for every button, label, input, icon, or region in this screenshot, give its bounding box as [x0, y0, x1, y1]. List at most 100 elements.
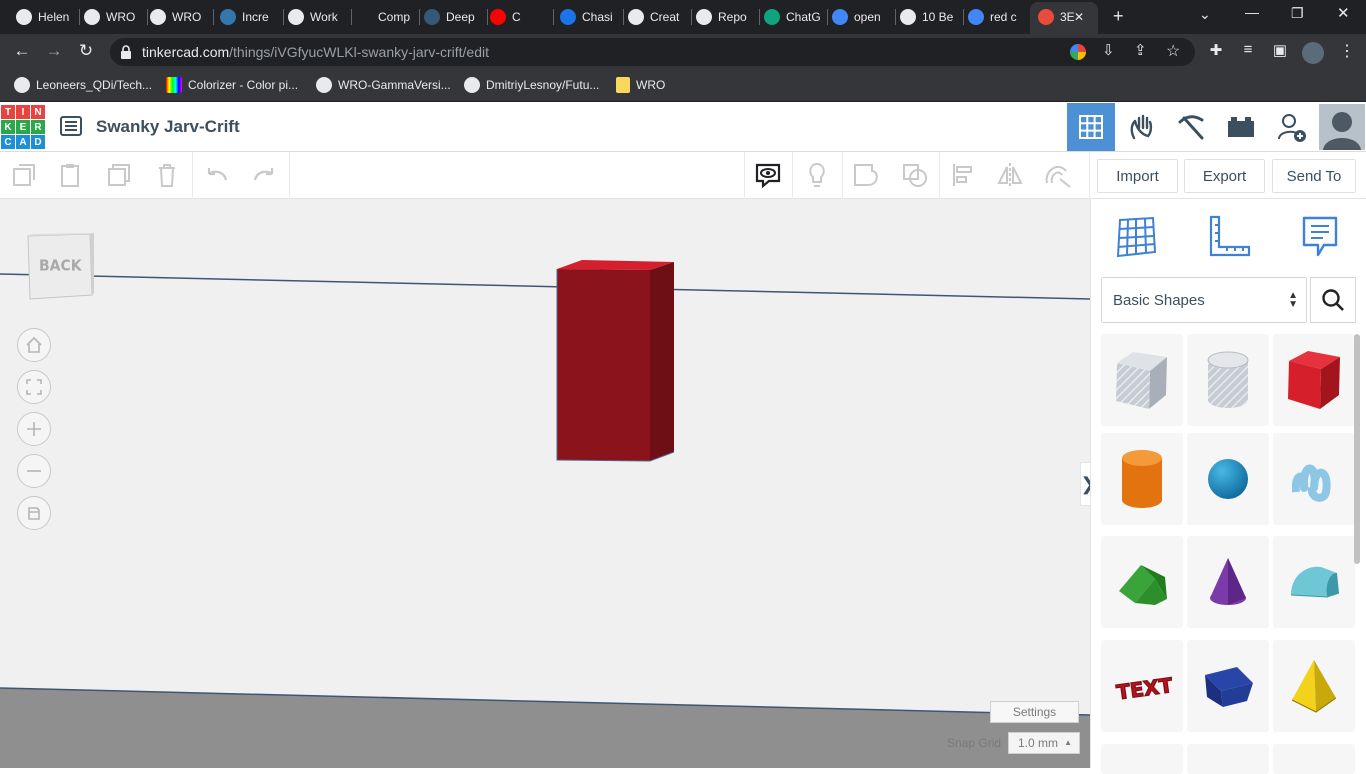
logo-letter: K: [1, 120, 15, 134]
extensions-icon[interactable]: ✚: [1205, 41, 1227, 59]
google-icon[interactable]: [1070, 44, 1086, 60]
media-controls-icon[interactable]: ≡: [1237, 41, 1259, 58]
ortho-view-button[interactable]: [17, 496, 51, 530]
bookmark-star-icon[interactable]: ☆: [1166, 41, 1180, 61]
reload-icon[interactable]: ↻: [75, 41, 97, 61]
panel-scrollbar[interactable]: [1354, 334, 1360, 564]
view-cube[interactable]: BACK: [24, 233, 96, 310]
browser-tab[interactable]: Comp: [356, 6, 416, 28]
browser-tab[interactable]: 10 Be: [900, 6, 960, 28]
undo-icon[interactable]: [202, 160, 232, 190]
red-box-shape[interactable]: [556, 260, 675, 462]
duplicate-icon[interactable]: [104, 160, 134, 190]
snap-grid-select[interactable]: 1.0 mm ▲: [1008, 732, 1080, 754]
browser-tab[interactable]: Incre: [220, 6, 280, 28]
redo-icon[interactable]: [249, 160, 279, 190]
shape-scribble[interactable]: [1273, 433, 1355, 525]
home-view-button[interactable]: [17, 328, 51, 362]
paste-icon[interactable]: [56, 160, 86, 190]
tinkercad-logo[interactable]: TIN KER CAD: [1, 105, 45, 150]
workplane-settings-button[interactable]: Settings: [990, 701, 1079, 723]
minimize-icon[interactable]: —: [1245, 4, 1259, 20]
bricks-button[interactable]: [1217, 103, 1265, 151]
browser-tab[interactable]: ChatG: [764, 6, 824, 28]
browser-tab[interactable]: Helen: [16, 6, 76, 28]
collapse-panel-button[interactable]: ❯: [1080, 462, 1090, 506]
user-avatar[interactable]: [1319, 104, 1365, 150]
workplane-tool-button[interactable]: [1112, 213, 1160, 261]
shape-cylinder-hole[interactable]: [1187, 334, 1269, 426]
bookmarks-bar: Leoneers_QDi/Tech... Colorizer - Color p…: [0, 70, 1366, 102]
shape-cone[interactable]: [1187, 536, 1269, 628]
browser-tab[interactable]: WRO: [84, 6, 144, 28]
shape-more[interactable]: [1187, 744, 1269, 774]
bookmark-folder[interactable]: WRO: [616, 77, 665, 93]
shape-more[interactable]: [1101, 744, 1183, 774]
copy-icon[interactable]: [9, 160, 39, 190]
side-panel-icon[interactable]: ▣: [1269, 41, 1291, 59]
shape-round-roof[interactable]: [1273, 536, 1355, 628]
mirror-icon[interactable]: [995, 160, 1025, 190]
sim-lab-button[interactable]: [1117, 103, 1165, 151]
logo-letter: C: [1, 135, 15, 149]
zoom-in-button[interactable]: [17, 412, 51, 446]
share-icon[interactable]: ⇪: [1134, 41, 1147, 59]
brick-icon: [1228, 117, 1254, 137]
browser-tab[interactable]: open: [832, 6, 892, 28]
tab-search-icon[interactable]: ⌄: [1199, 6, 1211, 23]
shape-more[interactable]: [1273, 744, 1355, 774]
restore-icon[interactable]: ❐: [1291, 5, 1304, 22]
shape-cylinder[interactable]: [1101, 433, 1183, 525]
shape-wedge[interactable]: [1187, 640, 1269, 732]
design-menu-icon[interactable]: [60, 115, 82, 142]
blocks-button[interactable]: [1167, 103, 1215, 151]
address-bar[interactable]: tinkercad.com/things/iVGfyucWLKl-swanky-…: [110, 38, 1195, 66]
delete-icon[interactable]: [152, 160, 182, 190]
install-icon[interactable]: ⇩: [1102, 41, 1115, 59]
browser-tab[interactable]: Deep: [424, 6, 484, 28]
browser-tab[interactable]: Chasi: [560, 6, 620, 28]
close-window-icon[interactable]: ✕: [1337, 4, 1350, 22]
invite-user-button[interactable]: [1268, 103, 1316, 151]
shape-search-button[interactable]: [1310, 277, 1356, 323]
bookmark-item[interactable]: Leoneers_QDi/Tech...: [14, 77, 152, 93]
zoom-out-button[interactable]: [17, 454, 51, 488]
chrome-menu-icon[interactable]: ⋮: [1336, 41, 1358, 61]
3d-design-view-button[interactable]: [1067, 103, 1115, 151]
align-icon[interactable]: [949, 160, 979, 190]
profile-avatar[interactable]: [1302, 42, 1324, 64]
browser-tab[interactable]: C: [490, 6, 550, 28]
notes-visibility-icon[interactable]: [753, 160, 783, 190]
lightbulb-icon[interactable]: [802, 160, 832, 190]
browser-tab[interactable]: WRO: [150, 6, 210, 28]
ungroup-icon[interactable]: [900, 160, 930, 190]
shape-category-select[interactable]: Basic Shapes ▲ ▼: [1101, 277, 1307, 323]
shape-text[interactable]: TEXT: [1101, 640, 1183, 732]
shape-pyramid[interactable]: [1273, 640, 1355, 732]
send-to-button[interactable]: Send To: [1272, 159, 1356, 193]
design-title[interactable]: Swanky Jarv-Crift: [96, 117, 240, 137]
shape-box[interactable]: [1273, 334, 1355, 426]
browser-tab[interactable]: Work: [288, 6, 348, 28]
browser-tab[interactable]: red c: [968, 6, 1028, 28]
fit-view-button[interactable]: [17, 370, 51, 404]
shape-box-hole[interactable]: [1101, 334, 1183, 426]
export-button[interactable]: Export: [1184, 159, 1265, 193]
browser-tab[interactable]: Repo: [696, 6, 756, 28]
new-tab-button[interactable]: +: [1113, 6, 1124, 27]
notes-tool-button[interactable]: [1296, 213, 1344, 261]
close-tab-icon[interactable]: ✕: [1074, 6, 1088, 28]
import-button[interactable]: Import: [1097, 159, 1178, 193]
bookmark-item[interactable]: WRO-GammaVersi...: [316, 77, 451, 93]
bookmark-item[interactable]: Colorizer - Color pi...: [166, 77, 298, 93]
browser-tab[interactable]: Creat: [628, 6, 688, 28]
group-icon[interactable]: [851, 160, 881, 190]
bookmark-item[interactable]: DmitriyLesnoy/Futu...: [464, 77, 599, 93]
cruise-icon[interactable]: [1042, 160, 1072, 190]
back-arrow-icon[interactable]: ←: [11, 41, 33, 61]
shape-roof[interactable]: [1101, 536, 1183, 628]
ruler-tool-button[interactable]: [1205, 213, 1253, 261]
workplane-viewport[interactable]: BACK Settings Snap Grid 1.0 mm ▲ ❯: [0, 199, 1090, 768]
forward-arrow-icon[interactable]: →: [43, 41, 65, 61]
shape-sphere[interactable]: [1187, 433, 1269, 525]
